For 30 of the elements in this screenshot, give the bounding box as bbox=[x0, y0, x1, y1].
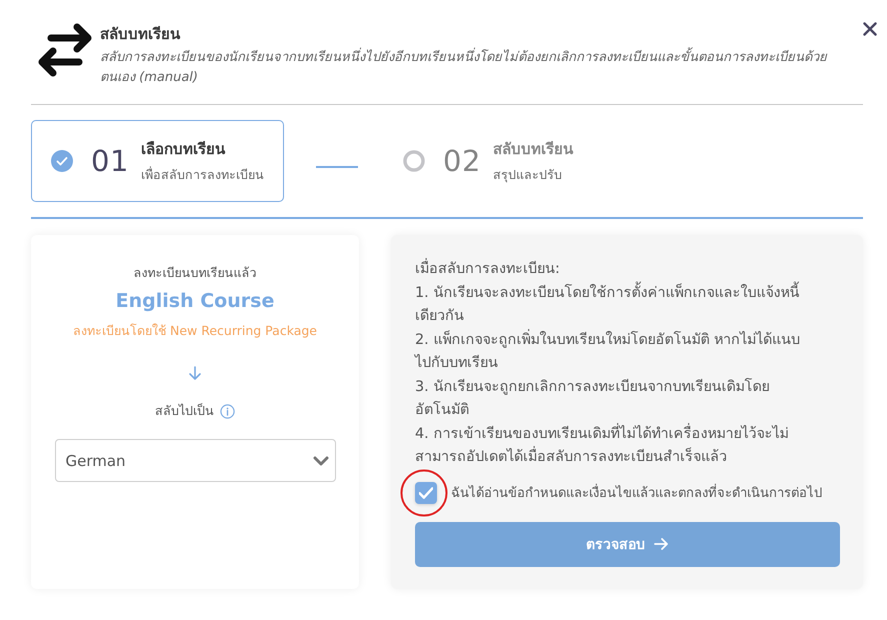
dialog-description: สลับการลงทะเบียนของนักเรียนจากบทเรียนหนึ่งไปยังอีกบทเรียนหนึ่งโดยไม่ต้องยกเลิกการลงทะเบียนและขั้นตอนการลงทะเบียนด้วยตนเอง (manual) bbox=[100, 48, 852, 88]
notice-heading: เมื่อสลับการลงทะเบียน: bbox=[415, 258, 815, 282]
step-connector bbox=[316, 166, 358, 168]
info-icon[interactable] bbox=[220, 404, 235, 418]
swap-arrows-icon bbox=[37, 22, 93, 78]
annotation-circle bbox=[400, 468, 448, 516]
notice-item: 3. นักเรียนจะถูกยกเลิกการลงทะเบียนจากบทเรียนเดิมโดยอัตโนมัติ bbox=[415, 377, 770, 420]
select-value: German bbox=[66, 452, 126, 470]
chevron-down-icon bbox=[312, 454, 328, 466]
close-icon[interactable] bbox=[863, 22, 877, 36]
course-name: English Course bbox=[116, 290, 274, 312]
course-select[interactable]: German bbox=[54, 439, 336, 482]
agree-checkbox[interactable] bbox=[415, 482, 437, 504]
arrow-down-icon bbox=[187, 365, 203, 381]
check-icon bbox=[419, 486, 433, 500]
step-number: 01 bbox=[91, 144, 129, 178]
agree-label: ฉันได้อ่านข้อกำหนดและเงื่อนไขแล้วและตกลงที่จะดำเนินการต่อไป bbox=[451, 482, 822, 503]
step-subtitle: สรุปและปรับ bbox=[492, 166, 563, 184]
notice-item: 4. การเข้าเรียนของบทเรียนเดิมที่ไม่ได้ทำเครื่องหมายไว้จะไม่สามารถอัปเดตได้เมื่อสลับการลงทะเบียนสำเร็จแล้ว bbox=[415, 422, 815, 470]
switch-to-label: สลับไปเป็น bbox=[155, 402, 214, 420]
step-title: สลับบทเรียน bbox=[492, 139, 573, 160]
arrow-right-icon bbox=[653, 536, 669, 552]
step-title: เลือกบทเรียน bbox=[140, 139, 226, 160]
notice-item: 2. แพ็กเกจจะถูกเพิ่มในบทเรียนใหม่โดยอัตโนมัติ หากไม่ได้แนบไปกับบทเรียน bbox=[415, 328, 815, 376]
step-subtitle: เพื่อสลับการลงทะเบียน bbox=[140, 165, 264, 184]
enrolled-label: ลงทะเบียนบทเรียนแล้ว bbox=[134, 264, 256, 282]
notice-item: 1. นักเรียนจะลงทะเบียนโดยใช้การตั้งค่าแพ็กเกจและใบแจ้งหนี้เดียวกัน bbox=[415, 282, 815, 328]
step-number: 02 bbox=[443, 144, 481, 178]
dialog-title: สลับบทเรียน bbox=[100, 24, 182, 45]
package-note: ลงทะเบียนโดยใช้ New Recurring Package bbox=[73, 322, 317, 340]
